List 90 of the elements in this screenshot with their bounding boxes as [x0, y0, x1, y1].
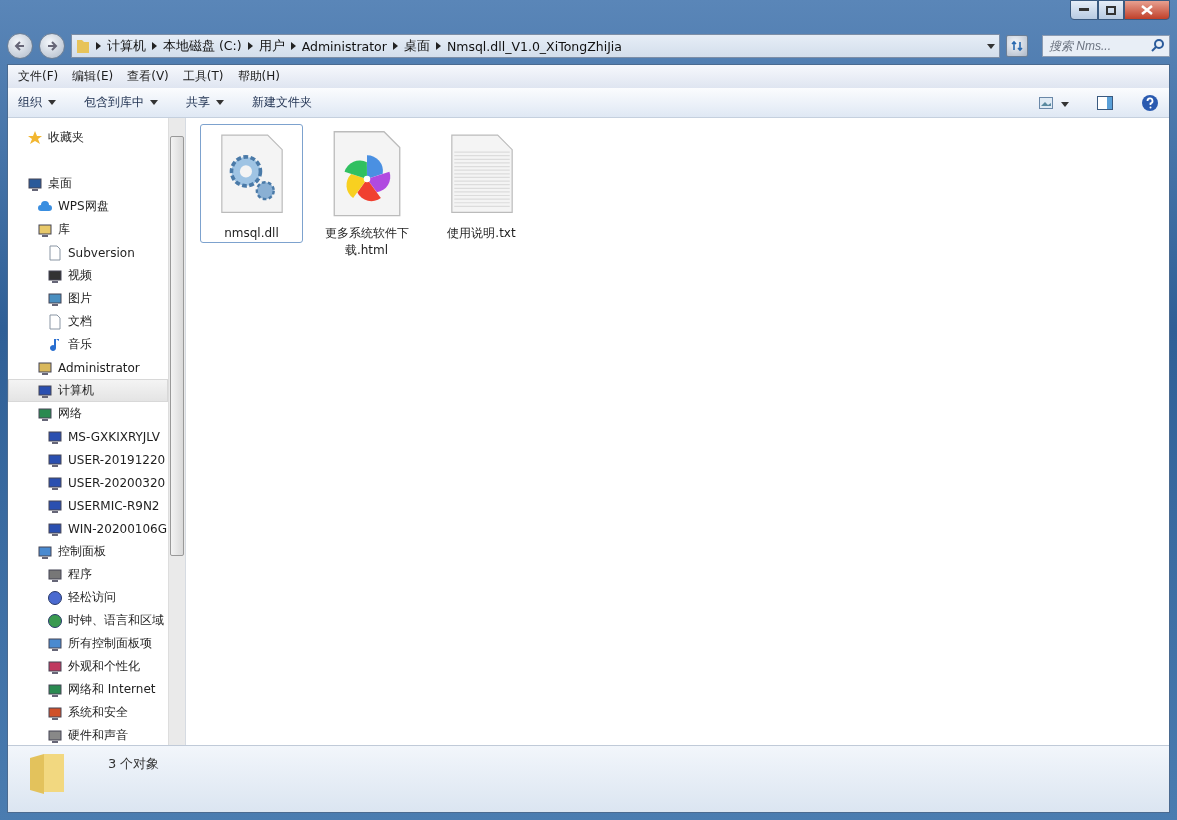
chevron-icon — [392, 42, 398, 50]
sidebar-item[interactable]: WIN-20200106G — [8, 517, 168, 540]
menu-item[interactable]: 工具(T) — [176, 68, 230, 85]
close-icon — [1141, 5, 1153, 15]
breadcrumb[interactable]: Administrator — [301, 38, 387, 54]
menu-item[interactable]: 编辑(E) — [66, 68, 120, 85]
file-item[interactable]: 更多系统软件下载.html — [315, 124, 418, 260]
sidebar-item[interactable]: 硬件和声音 — [8, 724, 168, 745]
globe-icon — [47, 612, 63, 629]
sidebar-item[interactable]: 时钟、语言和区域 — [8, 609, 168, 632]
chevron-icon — [152, 42, 157, 50]
menu-item[interactable]: 文件(F) — [12, 68, 65, 85]
caret-icon — [48, 100, 56, 105]
chevron-icon — [247, 42, 253, 50]
file-item[interactable]: 使用说明.txt — [430, 124, 533, 243]
sidebar-item[interactable]: USERMIC-R9N2 — [8, 494, 168, 517]
caret-icon — [1061, 101, 1069, 107]
star-icon — [27, 129, 43, 146]
refresh-icon — [1011, 40, 1023, 52]
caret-icon — [216, 100, 224, 105]
dropdown-icon — [987, 43, 995, 49]
sidebar-item[interactable]: 系统和安全 — [8, 701, 168, 724]
sidebar-item[interactable]: 库 — [8, 218, 168, 241]
breadcrumb[interactable]: 计算机 — [107, 37, 146, 55]
breadcrumb[interactable]: Nmsql.dll_V1.0_XiTongZhiJia — [446, 38, 622, 54]
computer-icon — [47, 428, 63, 445]
help-icon[interactable] — [1141, 93, 1159, 112]
computer-icon — [37, 382, 53, 399]
chevron-icon — [290, 42, 296, 50]
computer-icon — [47, 497, 63, 514]
sidebar-item[interactable]: 程序 — [8, 563, 168, 586]
computer-icon — [47, 451, 63, 468]
search-field[interactable]: 搜索 Nms... — [1042, 35, 1170, 57]
control-panel-icon — [47, 635, 63, 652]
forward-arrow-icon — [46, 40, 58, 52]
sidebar-item[interactable]: WPS网盘 — [8, 195, 168, 218]
sidebar-item[interactable]: 网络和 Internet — [8, 678, 168, 701]
forward-button[interactable] — [39, 33, 65, 59]
monitor-icon — [27, 175, 43, 192]
sidebar-item[interactable]: 收藏夹 — [8, 126, 168, 149]
sidebar-item[interactable]: MS-GXKIXRYJLV — [8, 425, 168, 448]
address-bar[interactable]: 计算机 本地磁盘 (C:) 用户 Administrator 桌面 Nmsql.dll_V1.0_XiTongZhiJia — [71, 34, 1000, 58]
refresh-button[interactable] — [1006, 35, 1028, 57]
back-arrow-icon — [14, 40, 26, 52]
chevron-icon — [435, 42, 441, 50]
sidebar-item[interactable]: 网络 — [8, 402, 168, 425]
computer-icon — [47, 474, 63, 491]
breadcrumb[interactable]: 桌面 — [403, 37, 430, 55]
network-icon — [37, 405, 53, 422]
sidebar-item[interactable]: 桌面 — [8, 172, 168, 195]
scrollbar[interactable] — [168, 118, 185, 745]
menu-item[interactable]: 查看(V) — [121, 68, 175, 85]
sidebar-item[interactable]: 计算机 — [8, 379, 168, 402]
toolbar-button[interactable]: 组织 — [18, 94, 56, 111]
sidebar-item[interactable]: Administrator — [8, 356, 168, 379]
sidebar-item[interactable]: USER-20191220 — [8, 448, 168, 471]
sidebar-item[interactable]: 外观和个性化 — [8, 655, 168, 678]
toolbar-button[interactable]: 新建文件夹 — [252, 94, 312, 111]
search-icon — [1151, 39, 1164, 52]
close-button[interactable] — [1124, 0, 1170, 20]
document-icon — [47, 313, 63, 330]
minimize-icon — [1079, 8, 1089, 12]
minimize-button[interactable] — [1070, 0, 1098, 20]
network-icon — [47, 681, 63, 698]
sidebar-item[interactable]: 文档 — [8, 310, 168, 333]
caret-icon — [150, 100, 158, 105]
item-count: 3 个对象 — [108, 755, 160, 773]
sidebar-item[interactable]: USER-20200320 — [8, 471, 168, 494]
menu-item[interactable]: 帮助(H) — [231, 68, 286, 85]
toolbar-button[interactable]: 包含到库中 — [84, 94, 158, 111]
document-icon — [47, 244, 63, 261]
control-panel-icon — [37, 543, 53, 560]
sidebar-item[interactable]: 视频 — [8, 264, 168, 287]
sidebar-item[interactable]: 所有控制面板项 — [8, 632, 168, 655]
sidebar-item[interactable]: 轻松访问 — [8, 586, 168, 609]
preview-pane-icon[interactable] — [1097, 95, 1113, 110]
back-button[interactable] — [7, 33, 33, 59]
sidebar-item[interactable]: Subversion — [8, 241, 168, 264]
breadcrumb[interactable]: 本地磁盘 (C:) — [163, 37, 242, 55]
sidebar-item[interactable]: 控制面板 — [8, 540, 168, 563]
chevron-icon — [96, 42, 101, 50]
file-item[interactable]: nmsql.dll — [200, 124, 303, 243]
maximize-button[interactable] — [1098, 0, 1124, 20]
view-icon[interactable] — [1039, 96, 1053, 109]
breadcrumb[interactable]: 用户 — [258, 37, 285, 55]
maximize-icon — [1106, 5, 1116, 15]
sidebar-item[interactable]: 图片 — [8, 287, 168, 310]
sidebar-item[interactable]: 音乐 — [8, 333, 168, 356]
computer-icon — [47, 520, 63, 537]
toolbar-button[interactable]: 共享 — [186, 94, 224, 111]
